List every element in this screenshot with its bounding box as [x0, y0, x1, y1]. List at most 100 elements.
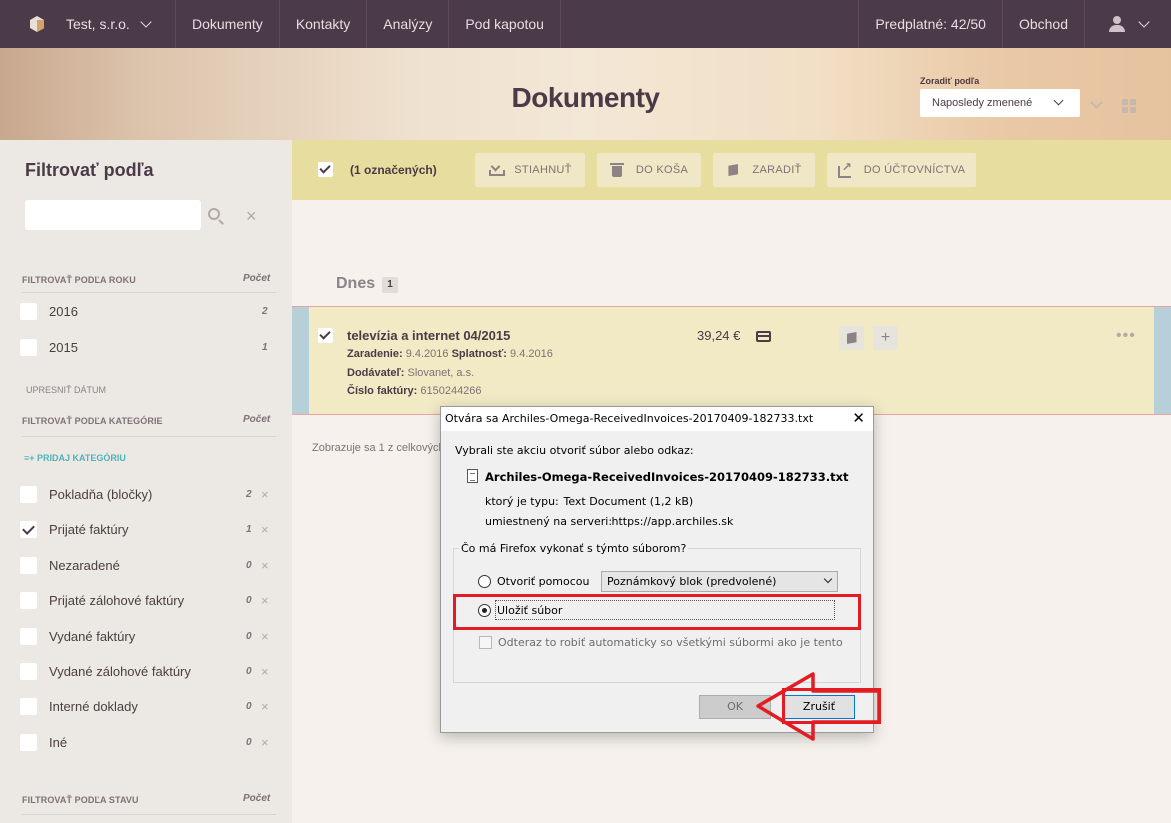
annotation-arrow-icon	[756, 672, 881, 741]
select-all-checkbox[interactable]	[318, 162, 333, 177]
category-filter-item[interactable]: Interné doklady 0 ×	[20, 698, 280, 718]
to-accounting-button[interactable]: DO ÚČTOVNÍCTVA	[827, 153, 976, 187]
remove-icon[interactable]: ×	[261, 699, 269, 714]
category-count: 0	[246, 595, 252, 606]
clear-icon[interactable]: ×	[246, 206, 257, 227]
sort-value: Naposledy zmenené	[932, 97, 1033, 109]
year-filter-2015[interactable]: 2015 1	[20, 339, 280, 359]
file-server-value: https://app.archiles.sk	[611, 515, 734, 528]
nav-shop[interactable]: Obchod	[1003, 0, 1085, 48]
action-question: Čo má Firefox vykonať s týmto súborom?	[459, 542, 689, 555]
due-label: Splatnosť:	[451, 348, 507, 360]
category-count: 0	[246, 701, 252, 712]
text-file-icon	[467, 469, 478, 483]
status-section-heading: FILTROVAŤ PODĽA STAVU	[22, 795, 139, 805]
close-icon[interactable]: ✕	[852, 409, 865, 427]
document-supplier: Dodávateľ: Slovanet, a.s.	[347, 367, 474, 379]
year-filter-2016[interactable]: 2016 2	[20, 303, 280, 323]
nav-documents[interactable]: Dokumenty	[176, 0, 280, 48]
remove-icon[interactable]: ×	[261, 664, 269, 679]
category-count: 0	[246, 737, 252, 748]
trash-button[interactable]: DO KOŠA	[597, 153, 701, 187]
add-button[interactable]: +	[873, 326, 898, 350]
filter-search-input[interactable]	[25, 200, 201, 230]
checkbox[interactable]	[20, 592, 37, 609]
document-invoice-number: Číslo faktúry: 6150244266	[347, 385, 482, 397]
checkbox[interactable]	[20, 698, 37, 715]
category-filter-item[interactable]: Iné 0 ×	[20, 734, 280, 754]
remove-icon[interactable]: ×	[261, 629, 269, 644]
file-type-value: Text Document (1,2 kB)	[563, 495, 694, 508]
auto-action-checkbox[interactable]	[479, 636, 492, 649]
category-filter-item[interactable]: Vydané zálohové faktúry 0 ×	[20, 663, 280, 683]
dialog-intro: Vybrali ste akciu otvoriť súbor alebo od…	[455, 444, 694, 457]
remove-icon[interactable]: ×	[261, 593, 269, 608]
selected-count: (1 označených)	[350, 163, 437, 177]
due-value: 9.4.2016	[510, 348, 553, 360]
chevron-down-icon	[140, 16, 152, 28]
supplier-label: Dodávateľ:	[347, 367, 405, 379]
day-group-label: Dnes	[336, 275, 376, 292]
checkbox[interactable]	[20, 486, 37, 503]
open-with-app-select[interactable]: Poznámkový blok (predvolené)	[601, 571, 838, 592]
year-label: 2015	[49, 340, 78, 355]
checkbox[interactable]	[20, 734, 37, 751]
chevron-down-icon	[1053, 95, 1064, 106]
category-label: Pokladňa (bločky)	[49, 487, 153, 502]
category-filter-item[interactable]: Prijaté zálohové faktúry 0 ×	[20, 592, 280, 612]
showing-count-text: Zobrazuje sa 1 z celkových	[312, 442, 445, 454]
checkbox[interactable]	[20, 628, 37, 645]
company-switcher[interactable]: Test, s.r.o.	[0, 0, 176, 48]
category-filter-item[interactable]: Vydané faktúry 0 ×	[20, 628, 280, 648]
checkbox[interactable]	[20, 339, 37, 356]
checkbox[interactable]	[20, 521, 37, 538]
nav-contacts[interactable]: Kontakty	[280, 0, 368, 48]
open-with-radio[interactable]	[478, 575, 491, 588]
row-checkbox[interactable]	[318, 328, 333, 343]
highlight-save-file	[453, 594, 861, 630]
table-row[interactable]: televízia a internet 04/2015 Zaradenie: …	[292, 306, 1171, 415]
invoice-label: Číslo faktúry:	[347, 385, 418, 397]
open-with-label[interactable]: Otvoriť pomocou	[497, 575, 590, 588]
category-filter-item[interactable]: Prijaté faktúry 1 ×	[20, 521, 280, 541]
nav-analyses[interactable]: Analýzy	[367, 0, 450, 48]
remove-icon[interactable]: ×	[261, 558, 269, 573]
remove-icon[interactable]: ×	[261, 735, 269, 750]
subscription-status[interactable]: Predplatné: 42/50	[859, 0, 1003, 48]
tag-button[interactable]	[839, 326, 864, 350]
nav-under-the-hood[interactable]: Pod kapotou	[449, 0, 561, 48]
remove-icon[interactable]: ×	[261, 487, 269, 502]
document-title[interactable]: televízia a internet 04/2015	[347, 328, 510, 343]
add-category-button[interactable]: ≡+ PRIDAJ KATEGÓRIU	[24, 453, 126, 463]
checkbox[interactable]	[20, 557, 37, 574]
category-count: 1	[246, 524, 252, 535]
user-menu[interactable]	[1085, 0, 1171, 48]
category-filter-item[interactable]: Pokladňa (bločky) 2 ×	[20, 486, 280, 506]
checkbox[interactable]	[20, 303, 37, 320]
chevron-down-icon	[823, 574, 833, 584]
refine-date-link[interactable]: UPRESNIŤ DÁTUM	[26, 385, 106, 395]
classified-value: 9.4.2016	[405, 348, 449, 360]
export-icon	[837, 160, 852, 178]
user-icon	[1108, 16, 1126, 32]
category-filter-item[interactable]: Nezaradené 0 ×	[20, 557, 280, 577]
file-type-row: ktorý je typu: Text Document (1,2 kB)	[485, 495, 693, 508]
bulk-actions-toolbar: (1 označených) STIAHNUŤ DO KOŠA ZARADIŤ …	[292, 140, 1171, 200]
grid-view-icon[interactable]	[1122, 99, 1136, 113]
category-label: Iné	[49, 735, 68, 750]
sort-select[interactable]: Naposledy zmenené	[920, 89, 1080, 117]
sidebar-title: Filtrovať podľa	[25, 160, 154, 180]
chevron-down-icon	[1138, 16, 1150, 28]
more-icon[interactable]: •••	[1116, 327, 1136, 345]
classify-button[interactable]: ZARADIŤ	[713, 153, 815, 187]
download-button[interactable]: STIAHNUŤ	[475, 153, 585, 187]
checkbox[interactable]	[20, 663, 37, 680]
top-navigation: Test, s.r.o. Dokumenty Kontakty Analýzy …	[0, 0, 1171, 48]
remove-icon[interactable]: ×	[261, 522, 269, 537]
search-icon[interactable]	[208, 208, 224, 225]
category-count: 2	[246, 489, 252, 500]
category-label: Vydané faktúry	[49, 629, 136, 644]
year-label: 2016	[49, 304, 78, 319]
auto-action-label[interactable]: Odteraz to robiť automaticky so všetkými…	[498, 636, 843, 649]
tag-icon	[845, 331, 859, 345]
